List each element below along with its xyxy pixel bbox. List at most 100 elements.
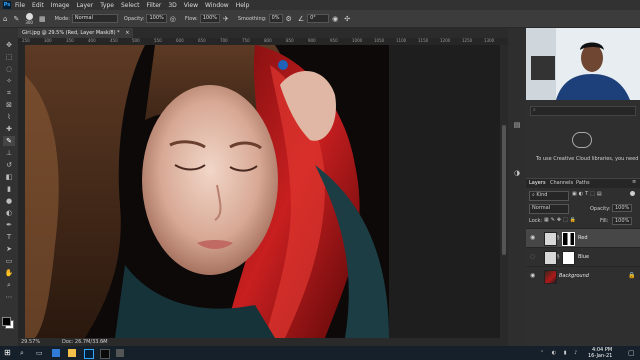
ruler-tick-label: 1200 — [440, 38, 451, 43]
pen-tool-icon[interactable]: ✒ — [3, 220, 15, 230]
menu-layer[interactable]: Layer — [76, 2, 93, 9]
layer-row-red[interactable]: ◉ § Red — [526, 228, 640, 247]
brush-tool-icon[interactable]: ✎ — [13, 15, 19, 23]
link-icon[interactable]: § — [557, 235, 560, 241]
edge-browser-icon[interactable] — [52, 349, 60, 357]
frame-tool-icon[interactable]: ⊠ — [3, 100, 15, 110]
airbrush-icon[interactable]: ✈ — [223, 15, 229, 23]
visibility-eye-icon[interactable]: ◉ — [530, 272, 535, 279]
system-tray-icons[interactable]: ⌃ ◐ ▮ ♪ — [540, 350, 580, 356]
clone-stamp-tool-icon[interactable]: ⊥ — [3, 148, 15, 158]
ruler-tick-label: 1100 — [396, 38, 407, 43]
mode-select[interactable]: Normal — [71, 14, 118, 23]
panel-menu-icon[interactable]: ≡ — [632, 179, 636, 185]
tab-paths[interactable]: Paths — [576, 180, 590, 186]
type-tool-icon[interactable]: T — [3, 232, 15, 242]
rectangle-tool-icon[interactable]: ▭ — [3, 256, 15, 266]
layer-name-blue[interactable]: Blue — [578, 254, 589, 260]
filter-kind-select[interactable]: ⌕ Kind — [529, 191, 569, 201]
tab-layers[interactable]: Layers — [529, 180, 546, 186]
layer-mask-thumbnail[interactable] — [562, 232, 575, 246]
blur-tool-icon[interactable]: ● — [3, 196, 15, 206]
zoom-tool-icon[interactable]: ⌕ — [3, 280, 15, 290]
path-select-tool-icon[interactable]: ➤ — [3, 244, 15, 254]
app-icon[interactable] — [116, 349, 124, 357]
brush-preset-picker[interactable]: 300 — [25, 12, 33, 25]
layer-filter-icons[interactable]: ▣◐T⬚▤ — [572, 191, 604, 197]
menu-select[interactable]: Select — [121, 2, 140, 9]
ruler-tick-label: 450 — [110, 38, 118, 43]
smoothing-settings-icon[interactable]: ⚙ — [286, 15, 292, 23]
document-size-info[interactable]: Doc: 26.7M/33.6M — [62, 338, 108, 346]
close-tab-icon[interactable]: × — [125, 30, 129, 36]
library-search-field[interactable]: ⌕ — [530, 106, 636, 116]
windows-start-icon[interactable]: ⊞ — [4, 349, 12, 357]
quick-select-tool-icon[interactable]: ✧ — [3, 76, 15, 86]
smoothing-field[interactable]: 0% — [268, 14, 283, 23]
move-tool-icon[interactable]: ✥ — [3, 40, 15, 50]
status-arrow-icon[interactable]: › — [102, 338, 104, 346]
layer-mask-thumbnail[interactable] — [562, 251, 575, 265]
search-icon[interactable]: ⌕ — [20, 349, 28, 357]
layer-name-background[interactable]: Background — [559, 273, 589, 279]
scrollbar-thumb[interactable] — [502, 125, 506, 255]
opacity-field[interactable]: 100% — [146, 14, 167, 23]
menu-type[interactable]: Type — [100, 2, 114, 9]
home-icon[interactable]: ⌂ — [3, 15, 7, 23]
file-explorer-icon[interactable] — [68, 349, 76, 357]
terminal-icon[interactable] — [100, 349, 110, 359]
brush-tool-icon[interactable]: ✎ — [3, 136, 15, 146]
layer-opacity-field[interactable]: 100% — [612, 204, 633, 212]
healing-brush-tool-icon[interactable]: ✚ — [3, 124, 15, 134]
layer-row-background[interactable]: ◉ Background 🔒 — [526, 266, 640, 285]
history-brush-tool-icon[interactable]: ↺ — [3, 160, 15, 170]
lasso-tool-icon[interactable]: ◌ — [3, 64, 15, 74]
background-color-swatch[interactable] — [2, 317, 11, 326]
crop-tool-icon[interactable]: ⌗ — [3, 88, 15, 98]
brush-settings-icon[interactable]: ▦ — [39, 15, 46, 23]
layer-name-red[interactable]: Red — [578, 235, 588, 241]
photoshop-taskbar-icon[interactable] — [84, 349, 94, 359]
menu-file[interactable]: File — [15, 2, 25, 9]
libraries-panel-icon[interactable]: ▤ — [511, 120, 523, 130]
menu-view[interactable]: View — [184, 2, 198, 9]
visibility-eye-off-icon[interactable]: ○ — [530, 253, 535, 260]
task-view-icon[interactable]: ▭ — [36, 349, 44, 357]
vertical-scrollbar[interactable] — [500, 45, 508, 338]
menu-3d[interactable]: 3D — [168, 2, 176, 9]
link-icon[interactable]: § — [557, 254, 560, 260]
document-tab[interactable]: Girl.jpg @ 29.5% (Red, Layer Mask/8) * × — [18, 28, 134, 38]
filter-search-icon: ⌕ — [532, 192, 535, 198]
gradient-tool-icon[interactable]: ▮ — [3, 184, 15, 194]
eyedropper-tool-icon[interactable]: ⌇ — [3, 112, 15, 122]
dodge-tool-icon[interactable]: ◐ — [3, 208, 15, 218]
lock-options-icons[interactable]: ▦✎✥⬚🔒 — [544, 217, 578, 223]
layer-row-blue[interactable]: ○ § Blue — [526, 247, 640, 266]
tab-channels[interactable]: Channels — [550, 180, 573, 186]
clock-date[interactable]: 16-Jan-21 — [588, 353, 612, 359]
menu-edit[interactable]: Edit — [32, 2, 44, 9]
image-canvas[interactable] — [25, 45, 389, 338]
pressure-opacity-icon[interactable]: ◎ — [170, 15, 176, 23]
more-tools-icon[interactable]: ⋯ — [3, 292, 15, 302]
fill-field[interactable]: 100% — [612, 217, 633, 225]
flow-field[interactable]: 100% — [199, 14, 220, 23]
menu-image[interactable]: Image — [51, 2, 70, 9]
adjustments-panel-icon[interactable]: ◑ — [511, 168, 523, 178]
marquee-tool-icon[interactable]: ⬚ — [3, 52, 15, 62]
menu-window[interactable]: Window — [205, 2, 229, 9]
menu-help[interactable]: Help — [236, 2, 250, 9]
notifications-icon[interactable]: ▢ — [628, 349, 635, 357]
zoom-level[interactable]: 29.57% — [21, 338, 40, 346]
menu-filter[interactable]: Filter — [147, 2, 162, 9]
pressure-size-icon[interactable]: ◉ — [332, 15, 338, 23]
ruler-tick-label: 850 — [286, 38, 294, 43]
eraser-tool-icon[interactable]: ◧ — [3, 172, 15, 182]
hand-tool-icon[interactable]: ✋ — [3, 268, 15, 278]
angle-field[interactable]: 0° — [307, 14, 330, 23]
filter-toggle-icon[interactable] — [630, 191, 635, 196]
symmetry-icon[interactable]: ✣ — [344, 15, 350, 23]
ruler-tick-label: 250 — [22, 38, 30, 43]
visibility-eye-icon[interactable]: ◉ — [530, 234, 535, 241]
blend-mode-select[interactable]: Normal — [529, 204, 569, 214]
